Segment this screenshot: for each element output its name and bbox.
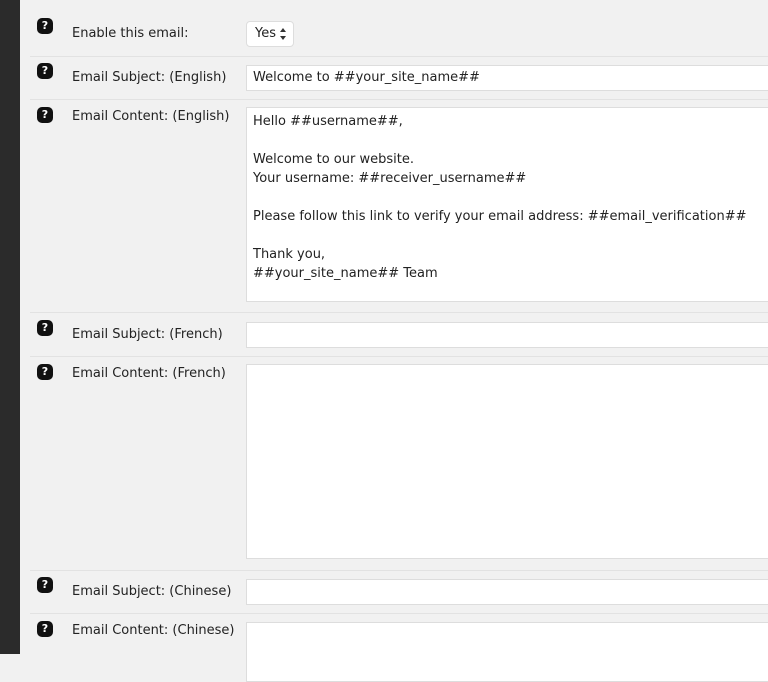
left-edge-bar — [0, 0, 20, 654]
enable-email-value: Yes — [255, 26, 276, 41]
subject-english-input[interactable]: Welcome to ##your_site_name## — [246, 65, 768, 91]
help-icon[interactable]: ? — [37, 107, 53, 123]
subject-chinese-input[interactable] — [246, 579, 768, 605]
content-chinese-textarea[interactable] — [246, 622, 768, 682]
help-icon[interactable]: ? — [37, 320, 53, 336]
subject-french-label: Email Subject: (French) — [72, 327, 223, 342]
help-icon[interactable]: ? — [37, 364, 53, 380]
enable-email-row: ? Enable this email: Yes — [30, 8, 768, 57]
help-icon[interactable]: ? — [37, 18, 53, 34]
content-french-textarea[interactable] — [246, 364, 768, 559]
content-english-row: ? Email Content: (English) Hello ##usern… — [30, 100, 768, 313]
help-icon[interactable]: ? — [37, 577, 53, 593]
subject-chinese-row: ? Email Subject: (Chinese) — [30, 571, 768, 614]
content-english-textarea[interactable]: Hello ##username##, Welcome to our websi… — [246, 107, 768, 302]
content-chinese-label: Email Content: (Chinese) — [72, 623, 235, 638]
enable-email-select[interactable]: Yes — [246, 21, 294, 47]
content-english-label: Email Content: (English) — [72, 109, 230, 124]
subject-english-label: Email Subject: (English) — [72, 70, 227, 85]
content-chinese-row: ? Email Content: (Chinese) — [30, 614, 768, 682]
content-french-row: ? Email Content: (French) — [30, 357, 768, 571]
help-icon[interactable]: ? — [37, 621, 53, 637]
select-arrows-icon — [280, 28, 286, 40]
content-french-label: Email Content: (French) — [72, 366, 226, 381]
subject-english-row: ? Email Subject: (English) Welcome to ##… — [30, 57, 768, 100]
subject-french-input[interactable] — [246, 322, 768, 348]
subject-chinese-label: Email Subject: (Chinese) — [72, 584, 232, 599]
subject-french-row: ? Email Subject: (French) — [30, 313, 768, 357]
help-icon[interactable]: ? — [37, 63, 53, 79]
email-settings-form: ? Enable this email: Yes ? Email Subject… — [20, 0, 768, 682]
enable-email-label: Enable this email: — [72, 26, 189, 41]
